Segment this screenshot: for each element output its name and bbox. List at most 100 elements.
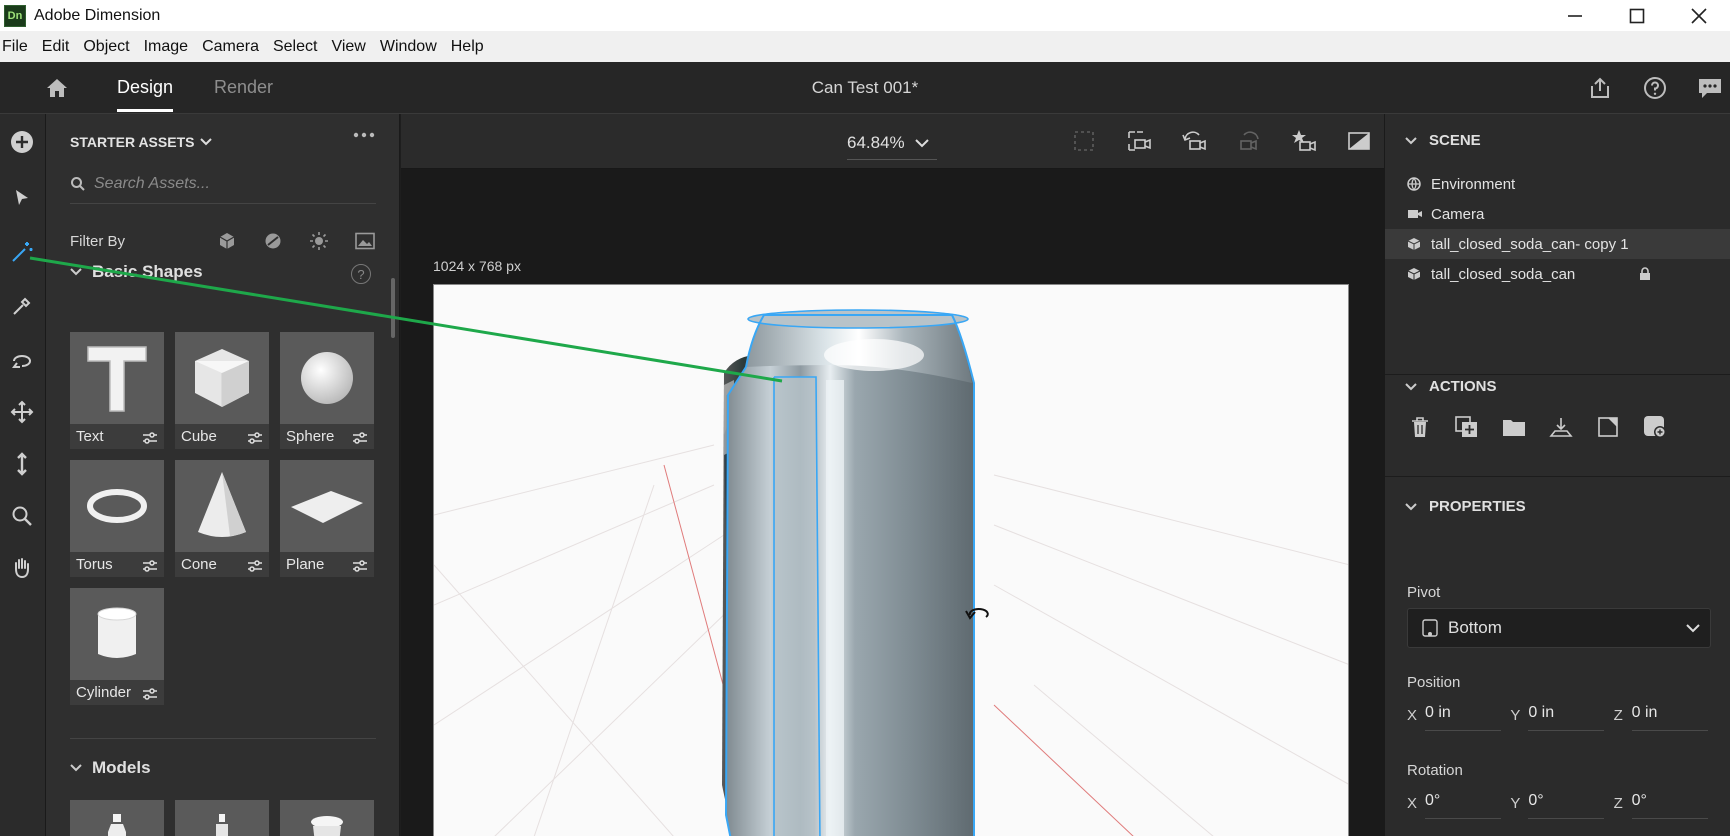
render-preview-button[interactable]: [1345, 127, 1373, 155]
tab-design[interactable]: Design: [117, 77, 174, 112]
close-button[interactable]: [1668, 0, 1730, 31]
orbit-tool[interactable]: [6, 344, 38, 376]
chevron-down-icon: [1405, 502, 1417, 510]
select-tool[interactable]: [6, 182, 38, 214]
maximize-button[interactable]: [1606, 0, 1668, 31]
menu-window[interactable]: Window: [373, 38, 444, 56]
model-tile[interactable]: [280, 800, 374, 836]
rotation-y-field[interactable]: 0°: [1528, 788, 1605, 819]
menu-file[interactable]: File: [0, 38, 35, 56]
pivot-dropdown[interactable]: Bottom: [1407, 608, 1711, 648]
maximize-icon: [1629, 8, 1645, 23]
move-tool[interactable]: [6, 396, 38, 428]
adjust-icon[interactable]: [352, 560, 368, 572]
help-icon[interactable]: ?: [351, 264, 371, 284]
create-material-button[interactable]: [1642, 414, 1668, 440]
bookmark-camera-button[interactable]: [1290, 127, 1318, 155]
place-on-ground-button[interactable]: [1548, 414, 1574, 440]
assets-more-button[interactable]: [353, 132, 375, 138]
pan-tool[interactable]: [6, 552, 38, 584]
tab-render[interactable]: Render: [214, 77, 273, 98]
assets-library-selector[interactable]: STARTER ASSETS: [70, 134, 213, 150]
model-filter-button[interactable]: [216, 230, 238, 252]
asset-tile-cylinder[interactable]: Cylinder: [70, 588, 164, 705]
position-x-field[interactable]: 0 in: [1425, 700, 1501, 731]
scene-item-label: tall_closed_soda_can: [1431, 265, 1576, 283]
asset-label: Cylinder: [76, 684, 132, 701]
axis-label: Z: [1613, 795, 1623, 812]
adjust-icon[interactable]: [352, 432, 368, 444]
asset-tile-text[interactable]: Text: [70, 332, 164, 449]
position-y-field[interactable]: 0 in: [1528, 700, 1605, 731]
redo-camera-icon: [1240, 131, 1259, 151]
zoom-tool[interactable]: [6, 500, 38, 532]
share-button[interactable]: [1586, 74, 1614, 102]
rotation-z-field[interactable]: 0°: [1631, 788, 1708, 819]
adjust-icon[interactable]: [142, 560, 158, 572]
menu-edit[interactable]: Edit: [35, 38, 77, 56]
models-header[interactable]: Models: [70, 758, 151, 778]
asset-tile-plane[interactable]: Plane: [280, 460, 374, 577]
redo-camera-button[interactable]: [1235, 127, 1263, 155]
asset-tile-torus[interactable]: Torus: [70, 460, 164, 577]
menu-image[interactable]: Image: [137, 38, 195, 56]
export-selected-button[interactable]: [1595, 414, 1621, 440]
material-filter-button[interactable]: [262, 230, 284, 252]
dolly-tool[interactable]: [6, 448, 38, 480]
scene-item-soda-can[interactable]: tall_closed_soda_can: [1385, 259, 1730, 289]
asset-tile-cube[interactable]: Cube: [175, 332, 269, 449]
scene-section-header[interactable]: SCENE: [1405, 132, 1481, 149]
basic-shapes-header[interactable]: Basic Shapes: [70, 262, 203, 282]
help-button[interactable]: [1641, 74, 1669, 102]
actions-section-header[interactable]: ACTIONS: [1405, 378, 1497, 395]
feedback-button[interactable]: [1696, 74, 1724, 102]
frame-selection-button[interactable]: [1070, 127, 1098, 155]
menu-select[interactable]: Select: [266, 38, 324, 56]
menu-help[interactable]: Help: [444, 38, 491, 56]
model-tile[interactable]: [70, 800, 164, 836]
add-icon: [11, 131, 33, 153]
group-button[interactable]: [1501, 414, 1527, 440]
menu-object[interactable]: Object: [76, 38, 136, 56]
cone-shape-icon: [198, 472, 246, 537]
undo-camera-button[interactable]: [1180, 127, 1208, 155]
canvas-toolbar: 64.84%: [401, 114, 1384, 169]
add-button[interactable]: [6, 126, 38, 158]
delete-button[interactable]: [1407, 414, 1433, 440]
camera-frame-button[interactable]: [1125, 127, 1153, 155]
menu-camera[interactable]: Camera: [195, 38, 266, 56]
scene-item-environment[interactable]: Environment: [1385, 169, 1730, 199]
adjust-icon[interactable]: [142, 688, 158, 700]
scene-item-label: Camera: [1431, 205, 1485, 223]
camera-frame-icon: [1128, 131, 1151, 151]
position-z-field[interactable]: 0 in: [1631, 700, 1708, 731]
panel-divider: [1385, 476, 1730, 477]
adjust-icon[interactable]: [247, 560, 263, 572]
asset-tile-cone[interactable]: Cone: [175, 460, 269, 577]
lock-icon[interactable]: [1639, 267, 1651, 281]
asset-search-input[interactable]: [94, 174, 354, 193]
rotation-x-field[interactable]: 0°: [1425, 788, 1501, 819]
select-tool-icon: [16, 190, 28, 205]
asset-tile-sphere[interactable]: Sphere: [280, 332, 374, 449]
menu-view[interactable]: View: [324, 38, 372, 56]
light-filter-button[interactable]: [308, 230, 330, 252]
image-filter-button[interactable]: [354, 230, 376, 252]
3d-viewport[interactable]: [433, 284, 1349, 836]
title-bar: Dn Adobe Dimension: [0, 0, 1730, 31]
model-tile[interactable]: [175, 800, 269, 836]
properties-section-header[interactable]: PROPERTIES: [1405, 498, 1526, 515]
zoom-selector[interactable]: 64.84%: [847, 133, 929, 153]
minimize-button[interactable]: [1544, 0, 1606, 31]
home-button[interactable]: [44, 75, 70, 101]
sample-tool[interactable]: [6, 290, 38, 322]
material-filter-icon: [265, 233, 281, 249]
magic-wand-tool[interactable]: [6, 236, 38, 268]
adjust-icon[interactable]: [142, 432, 158, 444]
assets-scrollbar[interactable]: [391, 278, 395, 338]
scene-item-camera[interactable]: Camera: [1385, 199, 1730, 229]
magic-wand-tool-icon: [12, 242, 33, 262]
scene-item-soda-can-copy[interactable]: tall_closed_soda_can- copy 1: [1385, 229, 1730, 259]
duplicate-button[interactable]: [1454, 414, 1480, 440]
adjust-icon[interactable]: [247, 432, 263, 444]
